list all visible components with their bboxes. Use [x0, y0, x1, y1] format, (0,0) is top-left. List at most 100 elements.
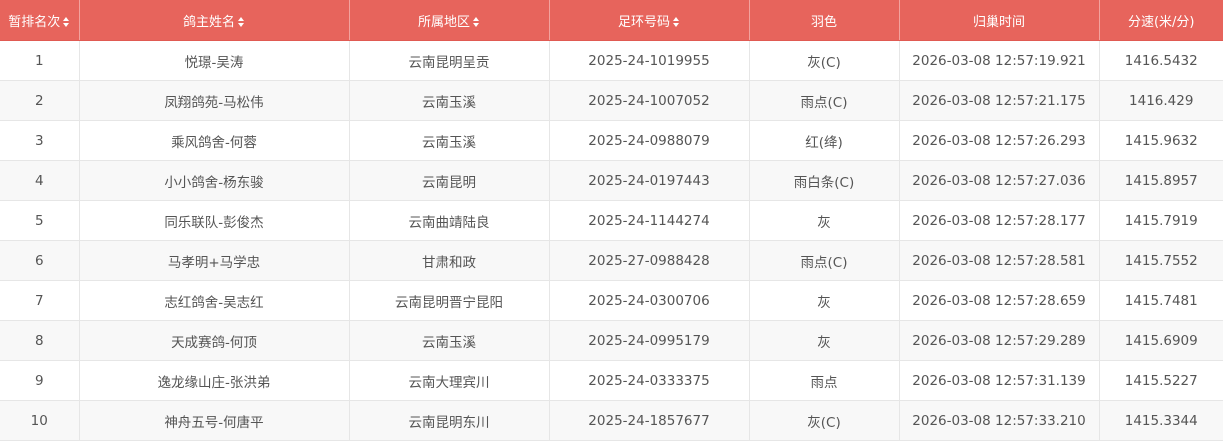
table-row: 8 天成赛鸽-何顶 云南玉溪 2025-24-0995179 灰 2026-03-08 1… [0, 320, 1223, 361]
cell-owner-name: 悦璟-吴涛 [79, 40, 350, 81]
table-row: 3 乘风鸽舍-何蓉 云南玉溪 2025-24-0988079 红(绛) 2026-03-0… [0, 120, 1223, 161]
sort-icon[interactable] [63, 17, 70, 27]
cell-ring-number: 2025-24-0300706 [549, 280, 750, 321]
cell-region: 云南玉溪 [349, 80, 550, 121]
table-row: 2 凤翔鸽苑-马松伟 云南玉溪 2025-24-1007052 雨点(C) 2026-03… [0, 80, 1223, 121]
cell-feather-color: 雨点(C) [749, 80, 900, 121]
cell-arrival-time: 2026-03-08 12:57:28.177 [899, 200, 1100, 241]
cell-speed: 1415.5227 [1099, 360, 1223, 401]
column-header-label: 暂排名次 [8, 14, 61, 30]
column-header-label: 所属地区 [417, 14, 470, 30]
column-header-ring-number[interactable]: 足环号码 [549, 0, 750, 41]
cell-ring-number: 2025-27-0988428 [549, 240, 750, 281]
column-header-arrival-time: 归巢时间 [899, 0, 1100, 41]
cell-owner-name: 神舟五号-何唐平 [79, 400, 350, 441]
cell-speed: 1415.7552 [1099, 240, 1223, 281]
cell-feather-color: 灰 [749, 320, 900, 361]
cell-owner-name: 同乐联队-彭俊杰 [79, 200, 350, 241]
cell-rank: 7 [0, 280, 80, 321]
column-header-owner-name[interactable]: 鸽主姓名 [79, 0, 350, 41]
cell-region: 云南玉溪 [349, 120, 550, 161]
cell-region: 云南曲靖陆良 [349, 200, 550, 241]
cell-owner-name: 凤翔鸽苑-马松伟 [79, 80, 350, 121]
table-row: 10 神舟五号-何唐平 云南昆明东川 2025-24-1857677 灰(C) 2026-… [0, 400, 1223, 441]
cell-feather-color: 灰 [749, 280, 900, 321]
cell-speed: 1415.3344 [1099, 400, 1223, 441]
cell-rank: 6 [0, 240, 80, 281]
cell-rank: 8 [0, 320, 80, 361]
cell-speed: 1416.5432 [1099, 40, 1223, 81]
cell-rank: 3 [0, 120, 80, 161]
cell-region: 云南大理宾川 [349, 360, 550, 401]
cell-owner-name: 乘风鸽舍-何蓉 [79, 120, 350, 161]
sort-icon[interactable] [473, 17, 480, 27]
cell-rank: 5 [0, 200, 80, 241]
cell-rank: 4 [0, 160, 80, 201]
cell-feather-color: 雨点 [749, 360, 900, 401]
cell-owner-name: 天成赛鸽-何顶 [79, 320, 350, 361]
table-row: 4 小小鸽舍-杨东骏 云南昆明 2025-24-0197443 雨白条(C) 2026-0… [0, 160, 1223, 201]
cell-ring-number: 2025-24-0988079 [549, 120, 750, 161]
cell-rank: 9 [0, 360, 80, 401]
column-header-label: 分速(米/分) [1127, 14, 1195, 30]
cell-region: 甘肃和政 [349, 240, 550, 281]
cell-region: 云南昆明 [349, 160, 550, 201]
cell-speed: 1416.429 [1099, 80, 1223, 121]
cell-rank: 1 [0, 40, 80, 81]
cell-feather-color: 灰 [749, 200, 900, 241]
cell-feather-color: 灰(C) [749, 40, 900, 81]
cell-arrival-time: 2026-03-08 12:57:28.659 [899, 280, 1100, 321]
cell-arrival-time: 2026-03-08 12:57:33.210 [899, 400, 1100, 441]
cell-region: 云南玉溪 [349, 320, 550, 361]
column-header-label: 足环号码 [617, 14, 670, 30]
header-row: 暂排名次 鸽主姓名 所属地区 足环号码 羽色 归巢时间 分速(米/分) [0, 0, 1223, 41]
cell-feather-color: 雨白条(C) [749, 160, 900, 201]
cell-arrival-time: 2026-03-08 12:57:27.036 [899, 160, 1100, 201]
cell-arrival-time: 2026-03-08 12:57:31.139 [899, 360, 1100, 401]
cell-ring-number: 2025-24-0995179 [549, 320, 750, 361]
table-row: 9 逸龙缘山庄-张洪弟 云南大理宾川 2025-24-0333375 雨点 2026-03… [0, 360, 1223, 401]
table-row: 1 悦璟-吴涛 云南昆明呈贡 2025-24-1019955 灰(C) 2026-03-0… [0, 40, 1223, 81]
cell-speed: 1415.9632 [1099, 120, 1223, 161]
cell-speed: 1415.6909 [1099, 320, 1223, 361]
cell-ring-number: 2025-24-0197443 [549, 160, 750, 201]
cell-arrival-time: 2026-03-08 12:57:26.293 [899, 120, 1100, 161]
cell-owner-name: 马孝明+马学忠 [79, 240, 350, 281]
column-header-label: 羽色 [810, 14, 837, 30]
column-header-label: 归巢时间 [972, 14, 1025, 30]
cell-ring-number: 2025-24-1007052 [549, 80, 750, 121]
cell-speed: 1415.8957 [1099, 160, 1223, 201]
cell-ring-number: 2025-24-0333375 [549, 360, 750, 401]
column-header-feather-color: 羽色 [749, 0, 900, 41]
table-row: 6 马孝明+马学忠 甘肃和政 2025-27-0988428 雨点(C) 2026-03-… [0, 240, 1223, 281]
cell-ring-number: 2025-24-1144274 [549, 200, 750, 241]
cell-arrival-time: 2026-03-08 12:57:19.921 [899, 40, 1100, 81]
cell-owner-name: 志红鸽舍-吴志红 [79, 280, 350, 321]
table-row: 7 志红鸽舍-吴志红 云南昆明晋宁昆阳 2025-24-0300706 灰 2026-03… [0, 280, 1223, 321]
cell-owner-name: 逸龙缘山庄-张洪弟 [79, 360, 350, 401]
column-header-speed: 分速(米/分) [1099, 0, 1223, 41]
ranking-table: 暂排名次 鸽主姓名 所属地区 足环号码 羽色 归巢时间 分速(米/分) 1 悦璟-吴涛 云南昆明… [0, 0, 1223, 441]
cell-speed: 1415.7919 [1099, 200, 1223, 241]
cell-rank: 10 [0, 400, 80, 441]
cell-feather-color: 红(绛) [749, 120, 900, 161]
cell-arrival-time: 2026-03-08 12:57:28.581 [899, 240, 1100, 281]
column-header-region[interactable]: 所属地区 [349, 0, 550, 41]
cell-region: 云南昆明呈贡 [349, 40, 550, 81]
cell-feather-color: 雨点(C) [749, 240, 900, 281]
table-header: 暂排名次 鸽主姓名 所属地区 足环号码 羽色 归巢时间 分速(米/分) [0, 0, 1223, 41]
cell-speed: 1415.7481 [1099, 280, 1223, 321]
column-header-rank[interactable]: 暂排名次 [0, 0, 80, 41]
cell-owner-name: 小小鸽舍-杨东骏 [79, 160, 350, 201]
sort-icon[interactable] [673, 17, 680, 27]
cell-region: 云南昆明东川 [349, 400, 550, 441]
table-row: 5 同乐联队-彭俊杰 云南曲靖陆良 2025-24-1144274 灰 2026-03-0… [0, 200, 1223, 241]
cell-rank: 2 [0, 80, 80, 121]
cell-arrival-time: 2026-03-08 12:57:29.289 [899, 320, 1100, 361]
cell-ring-number: 2025-24-1019955 [549, 40, 750, 81]
cell-region: 云南昆明晋宁昆阳 [349, 280, 550, 321]
column-header-label: 鸽主姓名 [182, 14, 235, 30]
cell-feather-color: 灰(C) [749, 400, 900, 441]
sort-icon[interactable] [238, 17, 245, 27]
cell-ring-number: 2025-24-1857677 [549, 400, 750, 441]
